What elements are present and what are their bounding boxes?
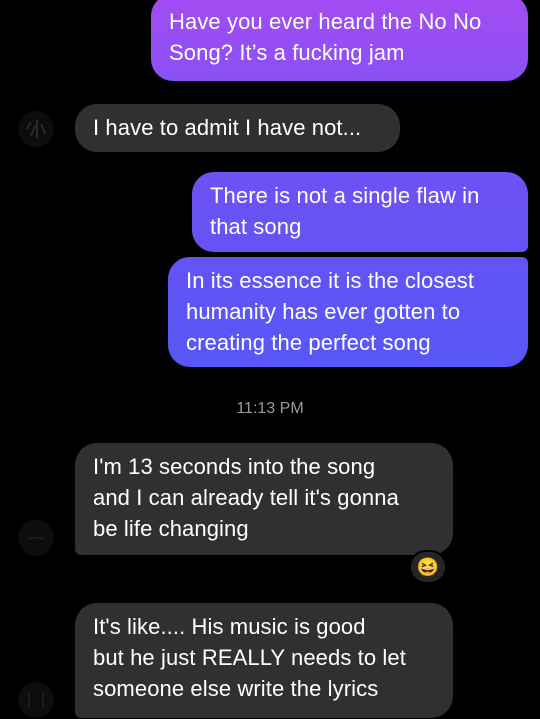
message-text-line: but he just REALLY needs to let — [93, 645, 406, 670]
message-text-line: I have to admit I have not... — [93, 115, 362, 140]
avatar-icon — [18, 682, 54, 718]
contact-avatar[interactable] — [18, 520, 54, 556]
message-text-line: It's like.... His music is good — [93, 614, 366, 639]
contact-avatar[interactable] — [18, 682, 54, 718]
message-bubble-received[interactable]: I'm 13 seconds into the song and I can a… — [75, 443, 453, 555]
avatar-icon — [18, 111, 54, 147]
message-text-line: There is not a single flaw in — [210, 183, 480, 208]
message-text-line: Have you ever heard the No No — [169, 9, 482, 34]
message-text-line: that song — [210, 214, 302, 239]
message-timestamp: 11:13 PM — [236, 400, 304, 417]
message-bubble-received[interactable]: I have to admit I have not... — [75, 104, 400, 152]
message-text-line: humanity has ever gotten to — [186, 299, 461, 324]
message-bubble-sent[interactable]: In its essence it is the closest humanit… — [168, 257, 528, 367]
message-text-line: I'm 13 seconds into the song — [93, 454, 376, 479]
message-text-line: be life changing — [93, 516, 249, 541]
avatar-icon — [18, 520, 54, 556]
laughing-emoji-icon: 😆 — [416, 557, 440, 577]
message-bubble-received[interactable]: It's like.... His music is good but he j… — [75, 603, 453, 718]
message-text-line: and I can already tell it's gonna — [93, 485, 399, 510]
message-text-line: creating the perfect song — [186, 330, 431, 355]
message-bubble-sent[interactable]: There is not a single flaw in that song — [192, 172, 528, 252]
contact-avatar[interactable] — [18, 111, 54, 147]
message-bubble-sent[interactable]: Have you ever heard the No No Song? It’s… — [151, 0, 528, 81]
message-text-line: someone else write the lyrics — [93, 676, 379, 701]
reaction-badge[interactable]: 😆 — [409, 550, 447, 584]
message-text-line: Song? It’s a fucking jam — [169, 40, 405, 65]
message-text-line: In its essence it is the closest — [186, 268, 475, 293]
